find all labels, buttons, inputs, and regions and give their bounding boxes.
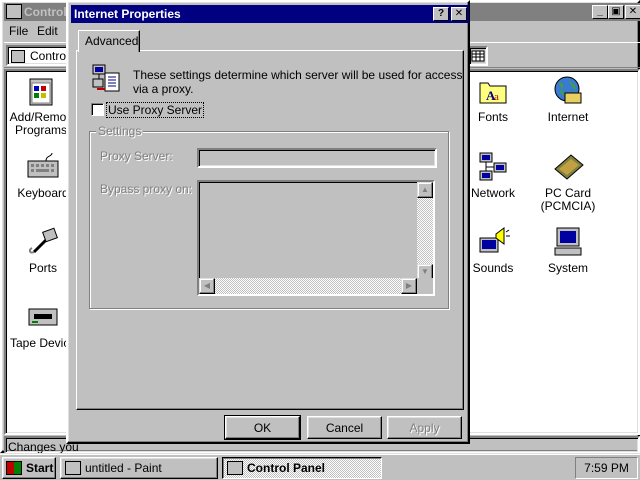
scroll-left-icon[interactable]: ◀ <box>199 278 215 294</box>
taskbar-paint[interactable]: untitled - Paint <box>60 457 218 479</box>
taskbar-control-panel[interactable]: Control Panel <box>222 457 382 479</box>
details-view-icon[interactable] <box>468 46 488 66</box>
network-settings-icon <box>91 63 123 95</box>
scroll-up-icon[interactable]: ▲ <box>417 182 433 198</box>
taskbar: Start untitled - Paint Control Panel 7:5… <box>0 453 640 480</box>
minimize-button[interactable]: _ <box>592 5 608 19</box>
close-button[interactable]: ✕ <box>625 5 640 19</box>
control-panel-icon <box>6 4 22 19</box>
ok-button[interactable]: OK <box>224 415 301 440</box>
task-label: Control Panel <box>247 461 326 475</box>
control-panel-small-icon <box>11 50 25 63</box>
system-computer-icon <box>551 226 585 258</box>
start-button[interactable]: Start <box>2 457 56 479</box>
apply-button[interactable]: Apply <box>387 416 462 439</box>
dialog-title: Internet Properties <box>74 7 181 21</box>
dialog-titlebar[interactable]: Internet Properties ? ✕ <box>71 5 469 23</box>
control-panel-title: Control <box>24 5 67 19</box>
svg-text:a: a <box>494 91 499 103</box>
cancel-button[interactable]: Cancel <box>307 416 382 439</box>
scrollbar-corner <box>417 278 433 294</box>
start-label: Start <box>26 461 54 475</box>
add-remove-programs-icon <box>24 75 58 107</box>
internet-globe-icon <box>551 75 585 107</box>
cp-item-pc-card[interactable]: PC Card (PCMCIA) <box>529 151 607 213</box>
paint-icon <box>65 461 81 475</box>
scroll-right-icon[interactable]: ▶ <box>401 278 417 294</box>
proxy-server-label: Proxy Server: <box>100 149 173 163</box>
use-proxy-checkbox[interactable] <box>91 103 104 116</box>
ports-icon <box>26 226 60 258</box>
cp-item-label: System <box>547 261 588 275</box>
menu-file[interactable]: File <box>9 24 28 38</box>
restore-button[interactable]: ▣ <box>608 5 624 19</box>
fonts-folder-icon: Aa <box>476 75 510 107</box>
help-button[interactable]: ? <box>433 7 449 21</box>
bypass-proxy-textarea[interactable]: ▲ ▼ ◀ ▶ <box>197 180 435 296</box>
network-icon <box>476 151 510 183</box>
horizontal-scrollbar[interactable]: ◀ ▶ <box>199 278 417 294</box>
tab-advanced[interactable]: Advanced <box>78 30 140 52</box>
bypass-label: Bypass proxy on: <box>100 182 193 196</box>
control-panel-icon <box>227 461 243 475</box>
proxy-server-input[interactable] <box>197 148 437 168</box>
vertical-scrollbar[interactable]: ▲ ▼ <box>417 182 433 280</box>
cp-item-internet[interactable]: Internet <box>529 75 607 124</box>
info-text: These settings determine which server wi… <box>133 68 463 96</box>
dialog-close-button[interactable]: ✕ <box>451 7 467 21</box>
use-proxy-label[interactable]: Use Proxy Server <box>105 102 205 118</box>
advanced-tab-panel: These settings determine which server wi… <box>76 50 464 410</box>
cp-item-label: PC Card (PCMCIA) <box>540 186 596 213</box>
internet-properties-dialog: Internet Properties ? ✕ Advanced These s… <box>66 0 470 444</box>
settings-legend: Settings <box>96 124 144 138</box>
cp-item-system[interactable]: System <box>529 226 607 275</box>
system-tray-clock[interactable]: 7:59 PM <box>575 457 638 479</box>
menu-edit[interactable]: Edit <box>37 24 58 38</box>
keyboard-icon <box>26 151 60 183</box>
windows-logo-icon <box>6 461 22 475</box>
settings-group: Settings Proxy Server: Bypass proxy on: … <box>89 124 449 309</box>
tape-device-icon <box>26 301 60 333</box>
task-label: untitled - Paint <box>85 461 162 475</box>
pc-card-icon <box>551 151 585 183</box>
sounds-icon <box>476 226 510 258</box>
cp-item-label: Internet <box>547 110 589 124</box>
